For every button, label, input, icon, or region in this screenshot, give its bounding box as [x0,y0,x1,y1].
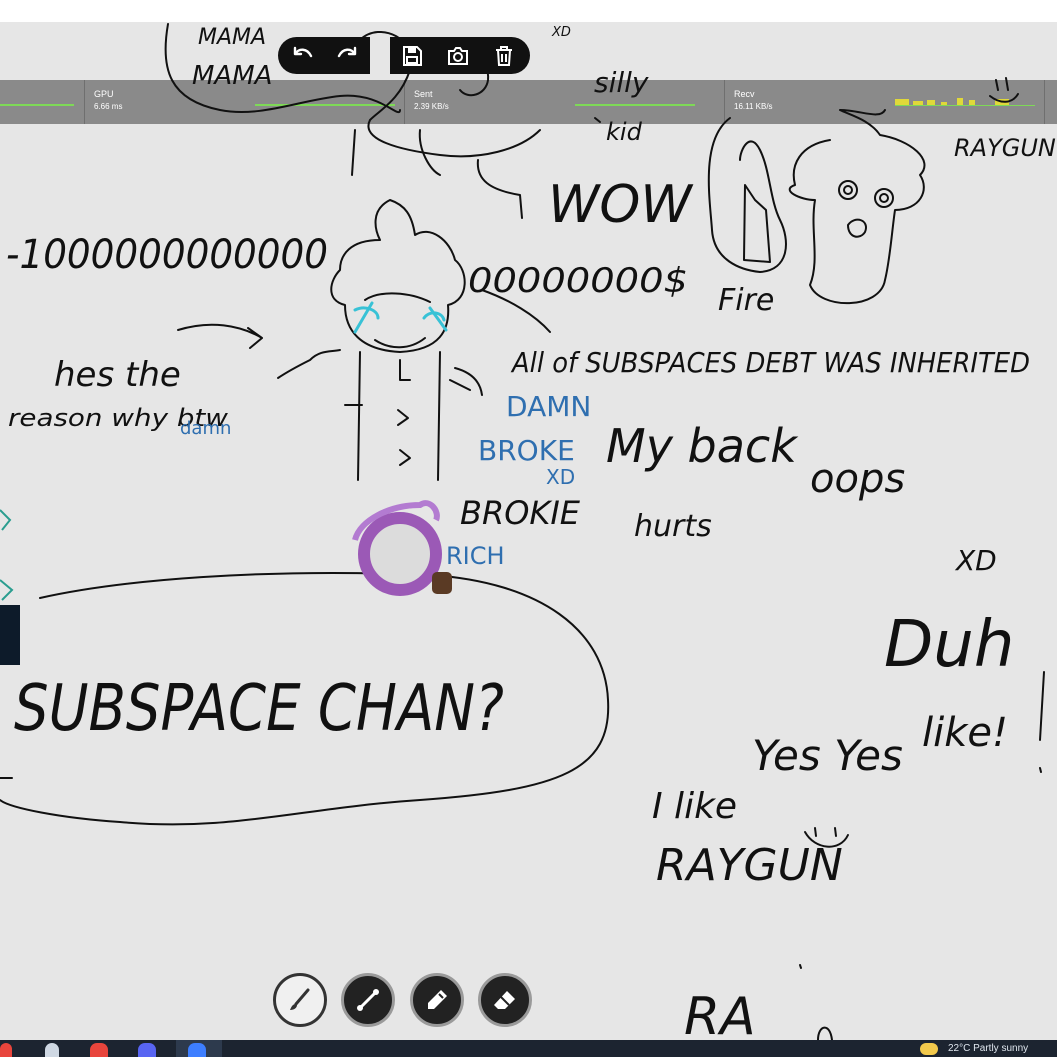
drawn-text-blue: BROKE [478,434,575,467]
drawn-text-blue: DAMN [506,390,591,423]
drawn-text: like! [922,710,1008,756]
marker-tool-button[interactable] [410,973,464,1027]
doodle-smile [814,827,837,837]
doodle-stroke [594,117,601,123]
taskbar: 22°C Partly sunny [0,1040,1057,1057]
drawn-text: Duh [884,608,1014,682]
drawn-text-blue: damn [180,418,231,439]
player-ring[interactable] [358,512,442,596]
chrome-icon[interactable] [90,1043,108,1057]
doodle-eye [843,185,853,195]
marker-icon [428,990,447,1009]
doodle-stroke [707,117,787,273]
doodle-eye [838,180,858,200]
eraser-icon [494,991,515,1009]
drawn-text: 00000000$ [468,261,688,301]
eraser-tool-button[interactable] [478,973,532,1027]
line-icon [357,989,379,1011]
doodle-stroke [344,367,483,406]
drawn-text: kid [606,118,643,146]
drawn-text: SUBSPACE CHAN? [14,672,504,746]
drawn-text: hes the [54,355,181,395]
taskbar-app-icon[interactable] [0,1043,12,1057]
drawn-text: MAMA [192,61,272,91]
drawn-text: XD [551,25,571,40]
drawn-text: WOW [548,175,694,235]
doodle-stroke [418,129,441,176]
doodle-stroke [374,337,426,349]
save-button[interactable] [397,41,427,71]
toolbar-gap [370,37,390,74]
drawn-text: My back [606,419,799,473]
trash-icon [496,46,512,66]
doodle-stroke [476,159,523,219]
drawn-text: RA [684,987,756,1047]
doodle-stroke [1039,671,1045,773]
doodle-layer: MAMA MAMA XD silly kid RAYGUN WOW -10000… [0,23,1056,1047]
taskbar-active-app[interactable] [176,1040,222,1057]
edge-object [0,605,20,665]
doodle-stroke [177,323,263,349]
drawn-text: All of SUBSPACES DEBT WAS INHERITED [510,346,1030,379]
doodle-stroke [799,964,802,969]
doodle-smile [989,77,1019,103]
doodle-stroke [357,351,441,481]
drawn-text: RAYGUN [954,134,1056,162]
drawn-text: -1000000000000 [6,232,328,278]
drawn-text: MAMA [198,25,266,50]
weather-text: 22°C Partly sunny [948,1043,1029,1054]
doodle-eye [874,188,894,208]
doodle-stroke [847,218,867,238]
doodle-stroke [788,109,926,305]
screenshot-button[interactable] [443,41,473,71]
doodle-stroke [743,184,771,263]
doodle-stroke [364,292,431,303]
drawn-text: Fire [718,283,774,318]
drawn-text: silly [594,66,649,99]
brush-icon [290,988,310,1010]
doodle-eye [879,193,889,203]
doodle-stroke [351,129,356,176]
drawn-text-blue: RICH [446,542,505,570]
drawn-text: hurts [634,509,712,544]
brush-tool-button[interactable] [273,973,327,1027]
drawn-text: XD [954,544,997,577]
doodle-stroke [277,349,341,379]
camera-icon [448,47,468,65]
drawn-text: oops [810,456,905,502]
player-item [432,572,452,594]
roblox-icon [188,1043,206,1057]
weather-icon [920,1043,938,1055]
doodle-stroke [817,1026,833,1041]
undo-icon [293,46,313,58]
doodle-stroke [397,409,411,466]
redo-button[interactable] [332,41,362,71]
drawn-text: BROKIE [460,494,581,532]
redo-icon [337,46,357,58]
edge-scribble [0,509,14,601]
drawing-toolbar [278,37,530,74]
drawn-text-blue: XD [546,465,575,489]
discord-icon[interactable] [138,1043,156,1057]
clear-button[interactable] [489,41,519,71]
undo-button[interactable] [288,41,318,71]
drawn-text: I like [652,786,737,827]
drawn-text: RAYGUN [656,840,843,891]
drawn-text: Yes Yes [752,731,903,780]
taskbar-app-icon[interactable] [45,1043,59,1057]
save-icon [403,46,422,66]
line-tool-button[interactable] [341,973,395,1027]
